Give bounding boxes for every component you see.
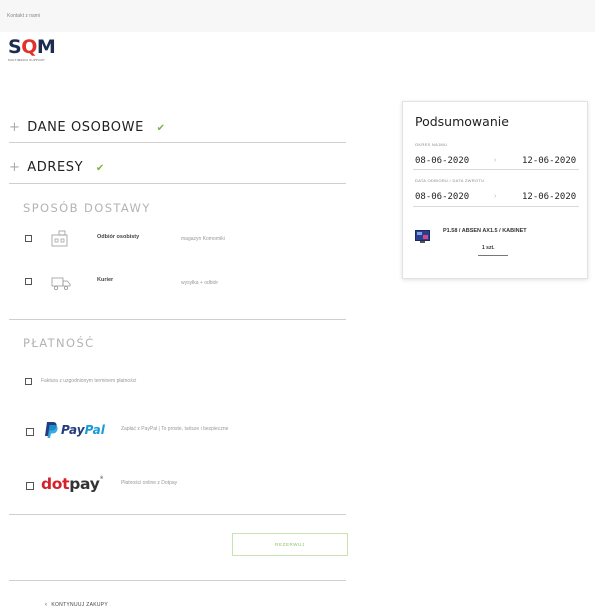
- paypal-description: Zapłać z PayPal | To proste, tańsze i be…: [121, 426, 229, 432]
- logo-subtitle: MULTIMEDIA SUPPORT: [8, 58, 45, 62]
- product-thumbnail: [415, 230, 430, 243]
- delivery-pickup-label: Odbiór osobisty: [97, 234, 140, 240]
- divider: [9, 142, 346, 143]
- dotpay-logo: dotpay®: [41, 475, 104, 493]
- payment-invoice-label: Faktura z uzgodnionym terminem płatności: [41, 378, 137, 384]
- warehouse-icon: [51, 230, 68, 247]
- top-bar: Kontakt z nami: [0, 0, 595, 32]
- summary-title: Podsumowanie: [415, 114, 509, 129]
- product-name[interactable]: P1.58 / ABSEN AX1.5 / KABINET: [443, 228, 527, 234]
- summary-divider: [413, 206, 579, 207]
- step-addresses-label: ADRESY: [27, 160, 84, 175]
- arrow-right-icon: ›: [494, 193, 497, 200]
- payment-heading: PŁATNOŚĆ: [23, 336, 95, 350]
- chevron-left-icon: ‹: [45, 602, 48, 608]
- logo-text: SQM: [8, 36, 56, 58]
- payment-invoice-checkbox[interactable]: [25, 378, 32, 385]
- rental-to-date[interactable]: 12-06-2020: [522, 156, 576, 166]
- step-personal-label: DANE OSOBOWE: [27, 120, 144, 135]
- pickup-return-label: DATA ODBIORU / DATA ZWROTU: [415, 178, 485, 183]
- delivery-courier-label: Kurier: [97, 277, 114, 283]
- payment-dotpay-checkbox[interactable]: [26, 482, 34, 490]
- dotpay-description: Płatności online z Dotpay: [121, 480, 178, 486]
- return-date[interactable]: 12-06-2020: [522, 192, 576, 202]
- reserve-button[interactable]: REZERWUJ: [232, 533, 348, 556]
- divider: [9, 514, 346, 515]
- truck-icon: [51, 277, 71, 290]
- delivery-heading: SPOSÓB DOSTAWY: [23, 201, 151, 215]
- paypal-p-icon: [45, 422, 58, 438]
- delivery-courier-checkbox[interactable]: [25, 278, 32, 285]
- divider: [9, 319, 346, 320]
- delivery-pickup-description: magazyn Komorniki: [181, 236, 225, 242]
- continue-shopping-label: KONTYNUUJ ZAKUPY: [51, 602, 109, 608]
- plus-icon: +: [9, 120, 21, 135]
- contact-link[interactable]: Kontakt z nami: [7, 13, 40, 19]
- arrow-right-icon: ›: [494, 157, 497, 164]
- plus-icon: +: [9, 160, 21, 175]
- divider: [9, 183, 346, 184]
- delivery-courier-description: wysyłka + odbiór: [181, 280, 219, 286]
- check-icon: ✔: [156, 123, 166, 134]
- rental-from-date[interactable]: 08-06-2020: [415, 156, 469, 166]
- delivery-pickup-checkbox[interactable]: [25, 235, 32, 242]
- product-quantity[interactable]: 1 szt.: [482, 245, 495, 251]
- check-icon: ✔: [95, 163, 105, 174]
- rental-period-label: OKRES NAJMU: [415, 142, 448, 147]
- summary-panel: Podsumowanie OKRES NAJMU 08-06-2020 › 12…: [402, 101, 588, 279]
- continue-shopping-link[interactable]: ‹ KONTYNUUJ ZAKUPY: [45, 602, 108, 608]
- payment-paypal-checkbox[interactable]: [26, 428, 34, 436]
- quantity-underline: [478, 255, 508, 256]
- logo[interactable]: SQM MULTIMEDIA SUPPORT: [8, 38, 56, 64]
- paypal-logo: PayPal: [41, 420, 111, 440]
- step-personal-data[interactable]: + DANE OSOBOWE ✔: [9, 120, 166, 135]
- step-addresses[interactable]: + ADRESY ✔: [9, 160, 105, 175]
- divider: [9, 580, 346, 581]
- summary-divider: [413, 169, 579, 170]
- paypal-wordmark: PayPal: [61, 423, 105, 437]
- pickup-date[interactable]: 08-06-2020: [415, 192, 469, 202]
